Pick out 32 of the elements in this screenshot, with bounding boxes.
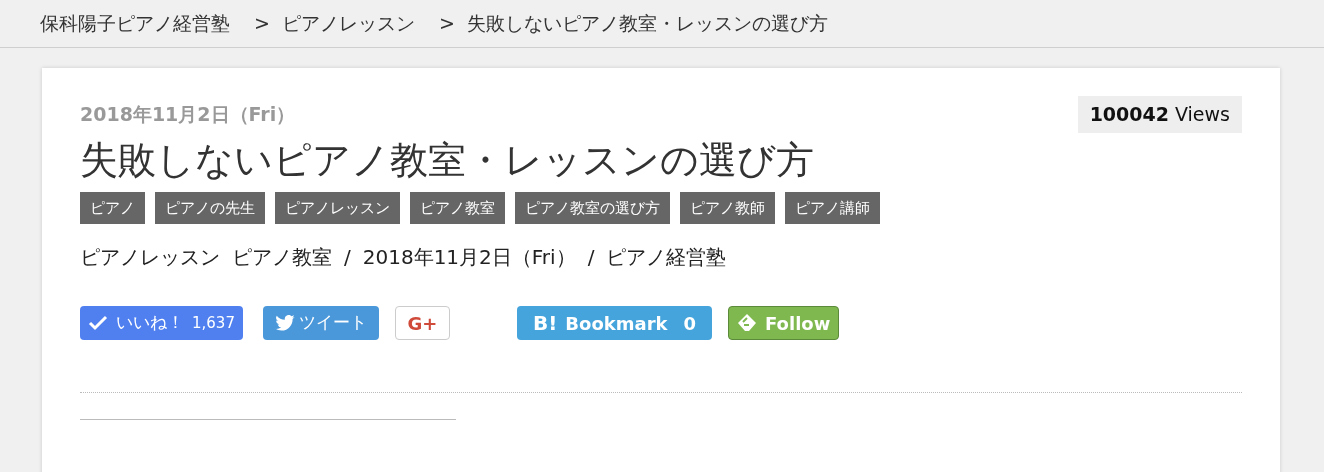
category-link[interactable]: ピアノレッスン <box>80 242 220 272</box>
author-link[interactable]: ピアノ経営塾 <box>606 242 727 272</box>
bird-icon <box>274 315 295 331</box>
tag-link[interactable]: ピアノ教室 <box>410 192 505 224</box>
article-title: 失敗しないピアノ教室・レッスンの選び方 <box>80 136 815 184</box>
bookmark-logo: B! <box>532 310 558 337</box>
bookmark-label: Bookmark <box>565 311 668 336</box>
feed-icon <box>737 313 758 333</box>
like-count: 1,637 <box>192 312 235 334</box>
breadcrumb-link[interactable]: 失敗しないピアノ教室・レッスンの選び方 <box>466 9 828 38</box>
category-link[interactable]: ピアノ教室 <box>232 242 332 272</box>
meta-date: 2018年11月2日（Fri） <box>362 244 576 271</box>
post-date: 2018年11月2日（Fri） <box>80 102 296 127</box>
like-label: いいね！ <box>116 311 184 335</box>
breadcrumb-separator: > <box>254 11 270 37</box>
meta-separator: / <box>344 244 351 271</box>
bookmark-count: 0 <box>683 311 697 336</box>
breadcrumb-link[interactable]: ピアノレッスン <box>281 9 415 38</box>
google-plus-button[interactable]: G+ <box>394 306 450 340</box>
tag-link[interactable]: ピアノの先生 <box>155 192 265 224</box>
check-icon <box>88 315 108 331</box>
view-count: 100042 Views <box>1077 96 1242 133</box>
like-button[interactable]: いいね！ 1,637 <box>80 306 243 340</box>
breadcrumb-link[interactable]: 保科陽子ピアノ経営塾 <box>40 9 230 38</box>
tag-link[interactable]: ピアノレッスン <box>275 192 400 224</box>
tag-link[interactable]: ピアノ教師 <box>680 192 775 224</box>
tag-link[interactable]: ピアノ <box>80 192 145 224</box>
tag-link[interactable]: ピアノ講師 <box>785 192 880 224</box>
tag-link[interactable]: ピアノ教室の選び方 <box>515 192 670 224</box>
breadcrumb-separator: > <box>438 11 455 37</box>
meta-separator: / <box>587 244 595 271</box>
tweet-button[interactable]: ツイート <box>262 306 379 340</box>
